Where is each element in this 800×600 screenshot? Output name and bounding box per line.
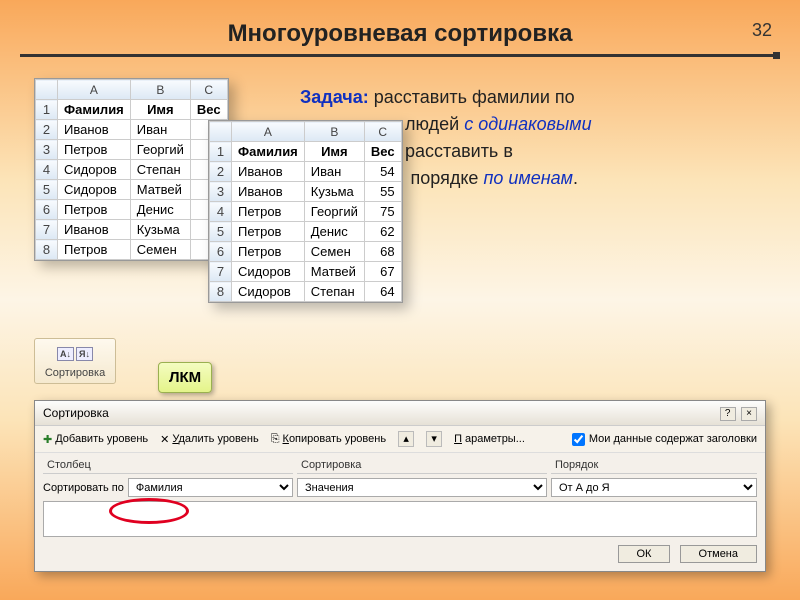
- spreadsheet-before: ABC 1ФамилияИмяВес 2ИвановИван 3ПетровГе…: [34, 78, 229, 261]
- sort-ribbon-button[interactable]: А↓Я↓ Сортировка: [34, 338, 116, 384]
- dialog-titlebar: Сортировка ? ×: [35, 401, 765, 426]
- page-title: Многоуровневая сортировка: [0, 0, 800, 48]
- sort-icon: А↓Я↓: [63, 343, 87, 365]
- copy-level-button[interactable]: ⎘Копировать уровень: [271, 433, 386, 446]
- levels-list: [43, 501, 757, 537]
- column-header: Столбец: [43, 457, 293, 474]
- order-select[interactable]: От А до Я: [551, 478, 757, 497]
- dialog-toolbar: ✚ДДобавить уровеньобавить уровень ✕Удали…: [35, 426, 765, 453]
- copy-icon: ⎘: [271, 433, 280, 446]
- sort-by-label: Сортировать по: [43, 482, 124, 494]
- column-select[interactable]: Фамилия: [128, 478, 293, 497]
- cancel-button[interactable]: Отмена: [680, 545, 757, 563]
- close-icon[interactable]: ×: [741, 407, 757, 421]
- sort-dialog: Сортировка ? × ✚ДДобавить уровеньобавить…: [34, 400, 766, 572]
- sort-button-label: Сортировка: [38, 367, 112, 379]
- move-down-button[interactable]: ▾: [426, 431, 442, 447]
- highlight-oval: [109, 498, 189, 524]
- move-up-button[interactable]: ▴: [398, 431, 414, 447]
- add-level-button[interactable]: ✚ДДобавить уровеньобавить уровень: [43, 433, 148, 446]
- dialog-title: Сортировка: [43, 406, 109, 420]
- order-header: Порядок: [551, 457, 757, 474]
- spreadsheet-after: ABC 1ФамилияИмяВес 2ИвановИван54 3Иванов…: [208, 120, 403, 303]
- page-number: 32: [752, 20, 772, 41]
- plus-icon: ✚: [43, 433, 52, 446]
- delete-icon: ✕: [160, 433, 169, 446]
- task-keyword: Задача:: [300, 87, 369, 107]
- headers-checkbox[interactable]: Мои данные содержат заголовки: [572, 433, 757, 446]
- help-icon[interactable]: ?: [720, 407, 736, 421]
- sorton-select[interactable]: Значения: [297, 478, 547, 497]
- title-underline: [20, 54, 780, 57]
- options-button[interactable]: Параметры...: [454, 433, 525, 445]
- delete-level-button[interactable]: ✕Удалить уровень: [160, 433, 259, 446]
- sorton-header: Сортировка: [297, 457, 547, 474]
- ok-button[interactable]: ОК: [618, 545, 671, 563]
- lkm-callout: ЛКМ: [158, 362, 212, 393]
